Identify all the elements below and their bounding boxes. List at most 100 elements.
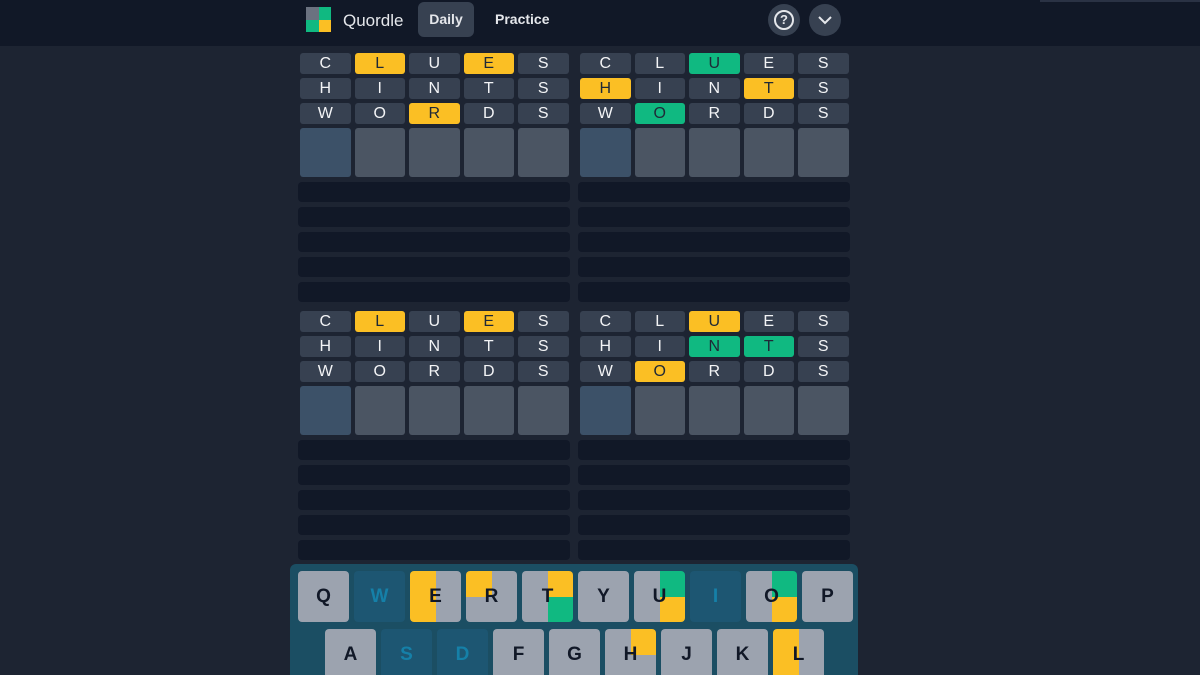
key-label: G: [567, 644, 582, 665]
letter-tile: S: [518, 336, 569, 357]
empty-guess-row: [298, 257, 570, 277]
letter-tile: S: [518, 311, 569, 332]
tab-practice[interactable]: Practice: [483, 2, 561, 37]
input-cell: [463, 128, 514, 177]
empty-guess-row: [578, 282, 850, 302]
input-cell: [634, 386, 685, 435]
empty-guess-row: [298, 440, 570, 460]
input-cell: [634, 128, 685, 177]
key-label: Q: [316, 586, 331, 607]
key-a[interactable]: A: [325, 629, 376, 675]
key-y[interactable]: Y: [578, 571, 629, 622]
key-label: F: [512, 644, 525, 665]
input-cell: [689, 128, 740, 177]
letter-tile: D: [743, 103, 794, 124]
key-q[interactable]: Q: [298, 571, 349, 622]
board-2[interactable]: CLUESHINTSWORDS: [578, 53, 850, 307]
key-l[interactable]: L: [773, 629, 824, 675]
key-w[interactable]: W: [354, 571, 405, 622]
key-r[interactable]: R: [466, 571, 517, 622]
letter-tile: E: [463, 311, 514, 332]
letter-tile: E: [463, 53, 514, 74]
letter-tile: I: [354, 78, 405, 99]
board-1[interactable]: CLUES HINTS WORDS: [298, 53, 570, 307]
letter-tile: I: [634, 78, 685, 99]
board-3[interactable]: CLUESHINTSWORDS: [298, 311, 570, 565]
empty-guess-row: [298, 232, 570, 252]
guess-row: CLUES: [580, 311, 850, 332]
key-j[interactable]: J: [661, 629, 712, 675]
key-label: L: [792, 644, 805, 665]
current-input-row: [580, 386, 850, 435]
key-f[interactable]: F: [493, 629, 544, 675]
letter-tile: T: [743, 78, 794, 99]
current-input-row: [580, 128, 850, 177]
letter-tile: C: [300, 53, 351, 74]
chevron-down-icon: [818, 16, 832, 25]
letter-tile: N: [689, 336, 740, 357]
key-label: Y: [597, 586, 610, 607]
empty-guess-row: [578, 182, 850, 202]
key-e[interactable]: E: [410, 571, 461, 622]
letter-tile: L: [354, 53, 405, 74]
empty-guess-row: [578, 540, 850, 560]
letter-tile: L: [634, 311, 685, 332]
help-button[interactable]: ?: [768, 4, 800, 36]
input-cell: [409, 386, 460, 435]
empty-guess-row: [578, 515, 850, 535]
input-cell: [518, 128, 569, 177]
key-i[interactable]: I: [690, 571, 741, 622]
guess-row: HINTS: [300, 78, 570, 99]
letter-tile: O: [634, 361, 685, 382]
app-title[interactable]: Quordle: [343, 11, 403, 31]
letter-tile: N: [409, 336, 460, 357]
input-cell: [354, 386, 405, 435]
empty-guess-row: [298, 515, 570, 535]
letter-tile: L: [634, 53, 685, 74]
active-input-cell: [300, 128, 351, 177]
letter-tile: W: [580, 103, 631, 124]
menu-button[interactable]: [809, 4, 841, 36]
key-p[interactable]: P: [802, 571, 853, 622]
letter-tile: I: [634, 336, 685, 357]
letter-tile: H: [300, 336, 351, 357]
letter-tile: S: [798, 53, 849, 74]
tab-daily[interactable]: Daily: [418, 2, 474, 37]
key-s[interactable]: S: [381, 629, 432, 675]
empty-guess-row: [578, 207, 850, 227]
letter-tile: U: [689, 311, 740, 332]
input-cell: [518, 386, 569, 435]
key-u[interactable]: U: [634, 571, 685, 622]
letter-tile: S: [798, 311, 849, 332]
input-cell: [743, 386, 794, 435]
empty-guess-row: [298, 282, 570, 302]
letter-tile: S: [518, 361, 569, 382]
letter-tile: H: [300, 78, 351, 99]
empty-guess-row: [298, 490, 570, 510]
key-label: J: [681, 644, 692, 665]
key-o[interactable]: O: [746, 571, 797, 622]
input-cell: [798, 128, 849, 177]
guess-row: WORDS: [300, 103, 570, 124]
key-k[interactable]: K: [717, 629, 768, 675]
guess-row: CLUES: [300, 53, 570, 74]
letter-tile: S: [518, 78, 569, 99]
key-label: A: [343, 644, 358, 665]
key-label: T: [541, 586, 554, 607]
key-label: E: [429, 586, 442, 607]
letter-tile: S: [518, 53, 569, 74]
letter-tile: R: [689, 361, 740, 382]
key-g[interactable]: G: [549, 629, 600, 675]
key-t[interactable]: T: [522, 571, 573, 622]
current-input-row: [300, 128, 570, 177]
key-h[interactable]: H: [605, 629, 656, 675]
quordle-logo-icon[interactable]: [306, 7, 331, 32]
key-label: D: [455, 644, 470, 665]
key-d[interactable]: D: [437, 629, 488, 675]
letter-tile: S: [798, 336, 849, 357]
guess-row: CLUES: [300, 311, 570, 332]
active-input-cell: [580, 386, 631, 435]
empty-guess-row: [578, 440, 850, 460]
empty-guess-row: [578, 490, 850, 510]
board-4[interactable]: CLUESHINTSWORDS: [578, 311, 850, 565]
